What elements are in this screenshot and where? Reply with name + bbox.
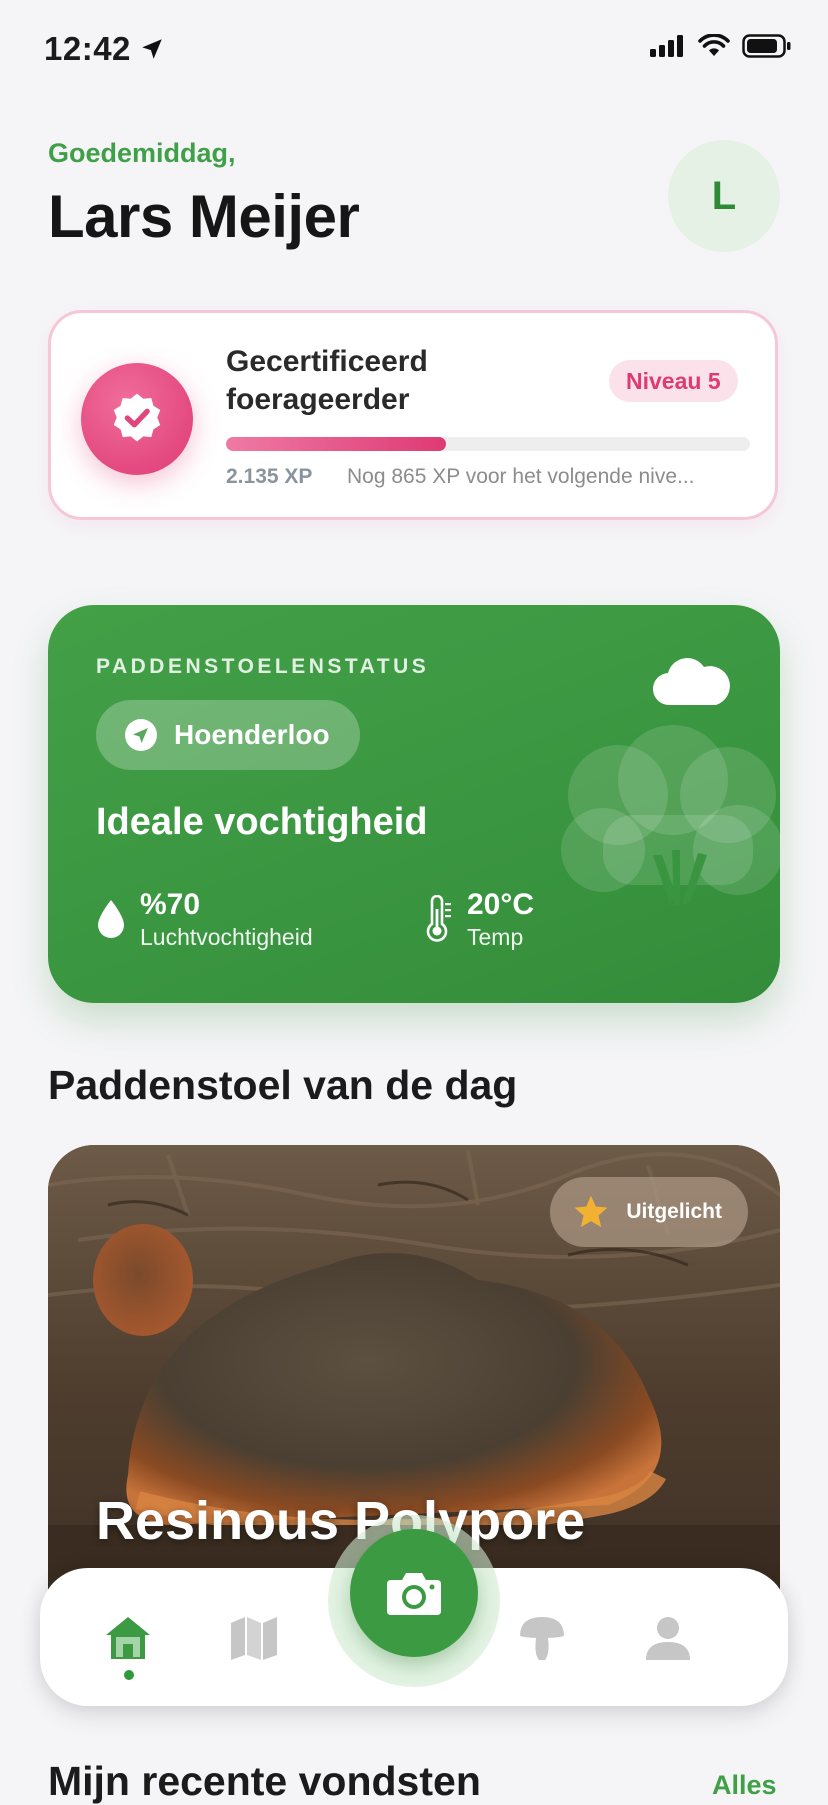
water-drop-icon (98, 900, 124, 938)
nav-home[interactable] (96, 1606, 160, 1670)
user-name: Lars Meijer (48, 183, 360, 250)
camera-button[interactable] (350, 1529, 478, 1657)
nav-map[interactable] (222, 1606, 286, 1670)
next-level-note: Nog 865 XP voor het volgende nive... (347, 465, 695, 488)
humidity-label: Luchtvochtigheid (140, 924, 313, 950)
section-title-daily-mushroom: Paddenstoel van de dag (48, 1062, 518, 1108)
tree-illustration (561, 725, 780, 905)
status-indicators (650, 34, 792, 58)
greeting-text: Goedemiddag, (48, 138, 236, 168)
nav-mushrooms[interactable] (510, 1606, 574, 1670)
camera-icon (387, 1573, 441, 1615)
humidity-value: %70 (140, 888, 201, 921)
cloud-icon (652, 658, 730, 706)
level-badge: Niveau 5 (609, 360, 738, 402)
status-headline: Ideale vochtigheid (96, 801, 428, 843)
level-card[interactable]: Gecertificeerd foerageerder Niveau 5 2.1… (48, 310, 778, 520)
verified-badge-icon (113, 393, 161, 442)
xp-value: 2.135 XP (226, 465, 313, 488)
badge-circle (81, 363, 193, 475)
signal-icon (650, 35, 683, 57)
status-time-label: 12:42 (44, 30, 131, 67)
temp-label: Temp (467, 924, 524, 950)
level-title: Gecertificeerd foerageerder (226, 345, 428, 416)
status-label: PADDENSTOELENSTATUS (96, 655, 430, 678)
location-arrow-icon (142, 39, 162, 59)
navigation-icon (125, 719, 157, 751)
wifi-icon (698, 34, 730, 56)
avatar[interactable]: L (668, 140, 780, 252)
map-icon (231, 1617, 277, 1660)
featured-label: Uitgelicht (626, 1200, 722, 1223)
nav-profile[interactable] (636, 1606, 700, 1670)
location-name: Hoenderloo (174, 719, 330, 750)
mushroom-status-card[interactable]: PADDENSTOELENSTATUS Hoenderloo Ideale vo… (48, 605, 780, 1003)
thermometer-icon (426, 895, 451, 942)
featured-badge: Uitgelicht (550, 1177, 748, 1247)
location-chip[interactable]: Hoenderloo (96, 700, 360, 770)
battery-icon (742, 34, 791, 58)
active-indicator-dot (124, 1670, 134, 1680)
view-all-link[interactable]: Alles (712, 1770, 777, 1801)
temp-value: 20°C (467, 888, 535, 921)
mushroom-name: Resinous Polypore (96, 1491, 586, 1551)
xp-progress-bar (226, 437, 750, 451)
status-time: 12:42 (44, 30, 165, 68)
mushroom-icon (520, 1617, 564, 1660)
profile-icon (646, 1617, 690, 1660)
star-icon (574, 1195, 608, 1228)
xp-progress-fill (226, 437, 447, 451)
temperature-stat: 20°C Temp (423, 887, 534, 951)
home-icon (106, 1617, 150, 1659)
humidity-stat: %70 Luchtvochtigheid (96, 887, 313, 951)
section-title-recent-finds: Mijn recente vondsten (48, 1758, 481, 1804)
